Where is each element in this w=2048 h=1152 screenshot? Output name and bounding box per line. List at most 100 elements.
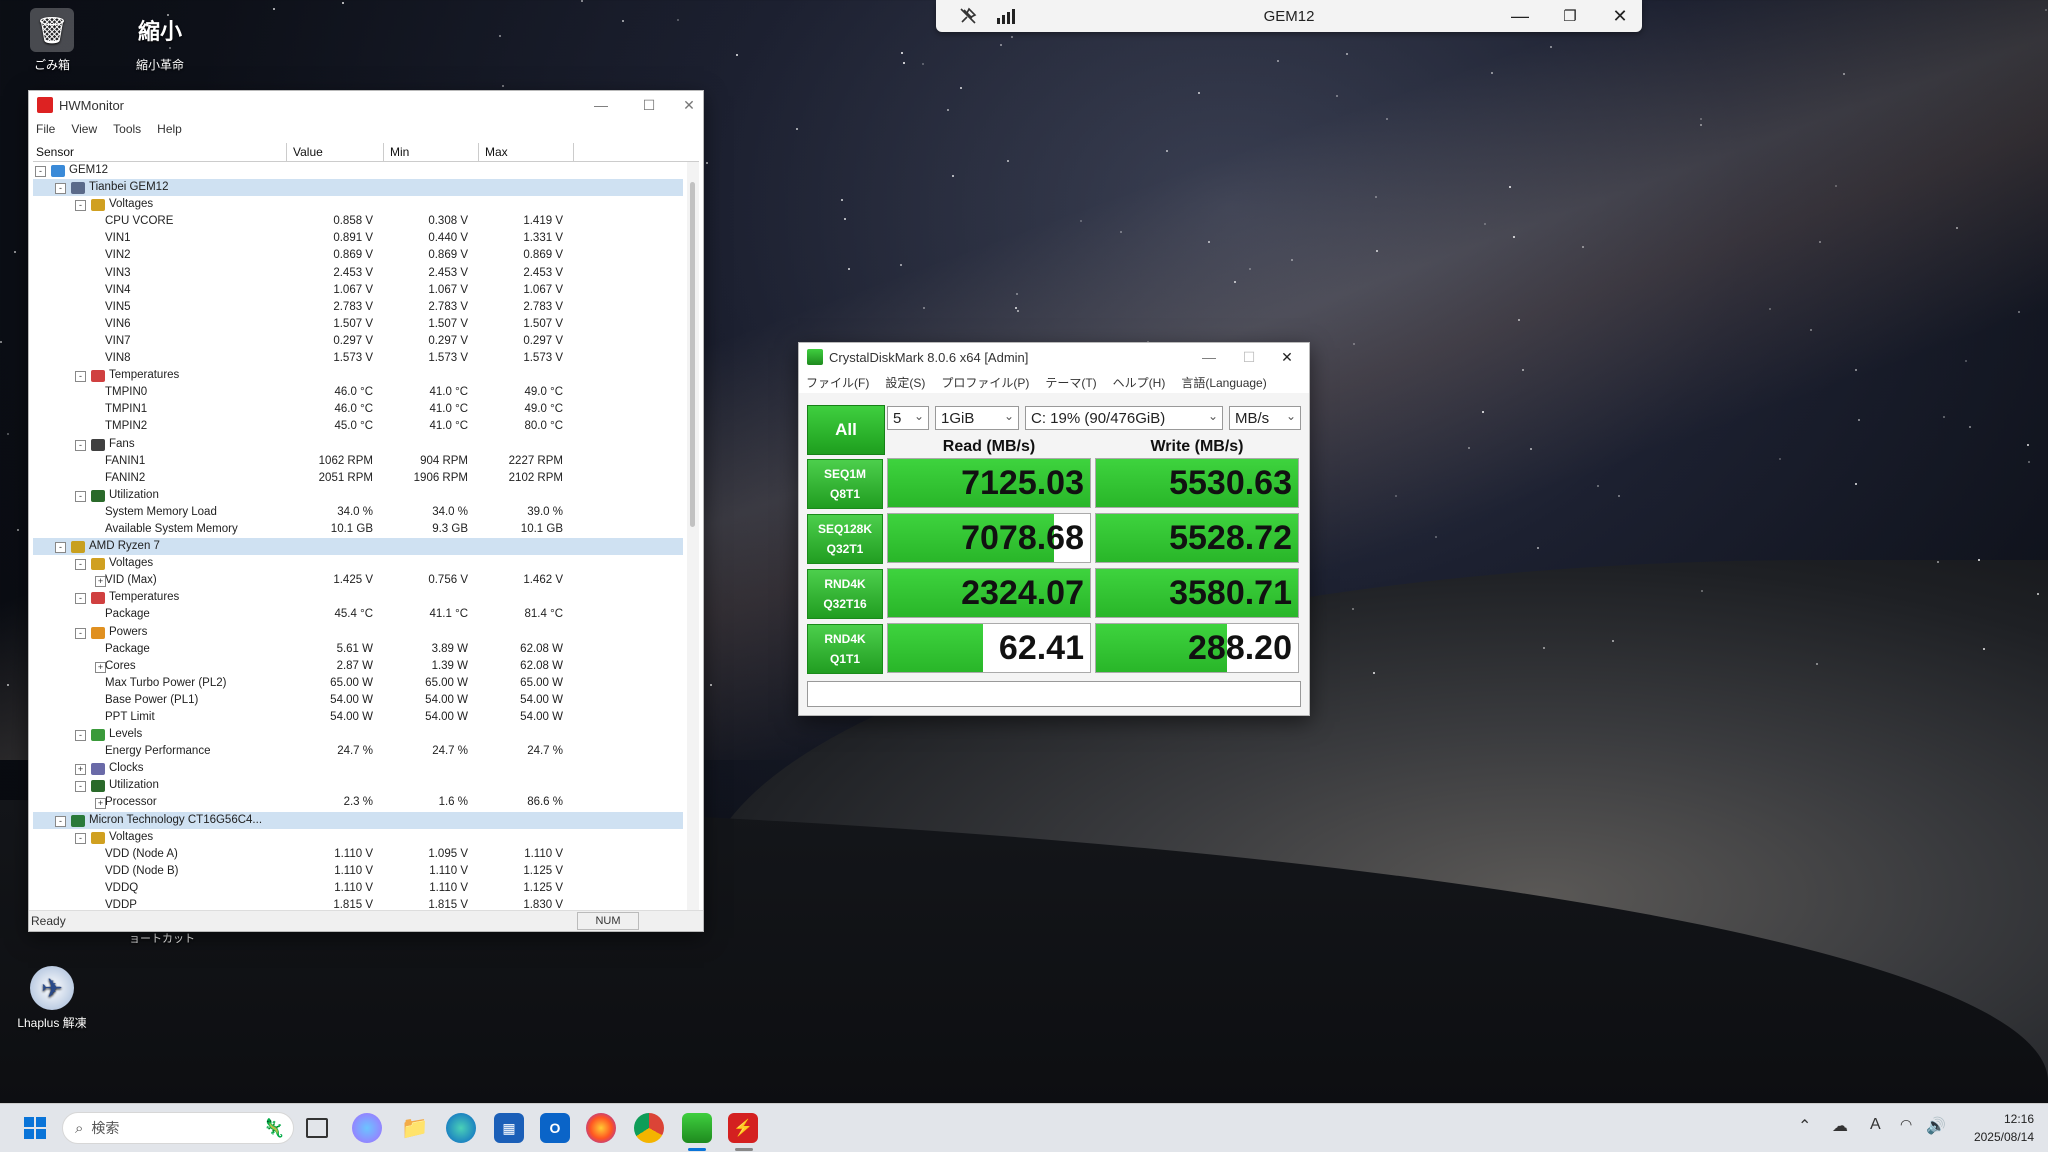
volume-icon[interactable]: 🔊 [1926,1116,1946,1136]
menu-theme[interactable]: テーマ(T) [1038,374,1105,391]
minimize-button[interactable]: — [581,93,621,117]
collapse-icon[interactable]: - [35,166,46,177]
sensor-row[interactable]: TMPIN2 45.0 °C 41.0 °C 80.0 °C [33,418,683,435]
sensor-row[interactable]: - GEM12 [33,162,683,179]
sensor-row[interactable]: - Temperatures [33,589,683,606]
sensor-row[interactable]: Available System Memory 10.1 GB 9.3 GB 10.1… [33,521,683,538]
store-icon[interactable]: ▦ [494,1113,524,1143]
minimize-icon[interactable]: — [1506,4,1534,28]
taskbar-clock[interactable]: 12:16 2025/08/14 [1974,1110,2034,1146]
sensor-tree[interactable]: - GEM12- Tianbei GEM12- Voltages CPU VCORE 0.… [33,162,683,910]
menu-language[interactable]: 言語(Language) [1174,374,1275,391]
hwmonitor-titlebar[interactable]: HWMonitor — ☐ ✕ [29,91,703,119]
expand-icon[interactable]: + [75,764,86,776]
sensor-row[interactable]: VIN4 1.067 V 1.067 V 1.067 V [33,282,683,299]
drive-select[interactable]: C: 19% (90/476GiB) ⌄ [1025,406,1223,430]
column-min[interactable]: Min [384,143,479,161]
menu-view[interactable]: View [64,122,106,136]
test-size-select[interactable]: 1GiB ⌄ [935,406,1019,430]
collapse-icon[interactable]: - [75,781,86,793]
sensor-row[interactable]: + Clocks [33,760,683,777]
menu-profile[interactable]: プロファイル(P) [934,374,1038,391]
edge-icon[interactable] [446,1113,476,1143]
sensor-row[interactable]: VDD (Node B) 1.110 V 1.110 V 1.125 V [33,863,683,880]
sensor-row[interactable]: VIN2 0.869 V 0.869 V 0.869 V [33,247,683,264]
close-icon[interactable]: ✕ [1606,4,1634,28]
sensor-row[interactable]: - Fans [33,436,683,453]
test-count-select[interactable]: 5 ⌄ [887,406,929,430]
sensor-row[interactable]: + Processor 2.3 % 1.6 % 86.6 % [33,794,683,811]
sensor-row[interactable]: Energy Performance 24.7 % 24.7 % 24.7 % [33,743,683,760]
sensor-row[interactable]: VIN5 2.783 V 2.783 V 2.783 V [33,299,683,316]
unit-select[interactable]: MB/s ⌄ [1229,406,1301,430]
crystaldiskmark-taskbar-icon[interactable] [682,1113,712,1143]
pin-off-icon[interactable] [954,4,982,28]
sensor-row[interactable]: + VID (Max) 1.425 V 0.756 V 1.462 V [33,572,683,589]
column-max[interactable]: Max [479,143,574,161]
scrollbar-thumb[interactable] [690,182,695,527]
sensor-row[interactable]: VIN7 0.297 V 0.297 V 0.297 V [33,333,683,350]
sensor-row[interactable]: + Cores 2.87 W 1.39 W 62.08 W [33,658,683,675]
task-view-icon[interactable] [302,1113,332,1143]
menu-help[interactable]: Help [150,122,191,136]
onedrive-icon[interactable]: ☁ [1832,1116,1848,1136]
collapse-icon[interactable]: - [75,832,86,844]
collapse-icon[interactable]: - [75,490,86,502]
sensor-row[interactable]: VIN3 2.453 V 2.453 V 2.453 V [33,265,683,282]
sensor-row[interactable]: TMPIN1 46.0 °C 41.0 °C 49.0 °C [33,401,683,418]
menu-settings[interactable]: 設定(S) [878,374,934,391]
collapse-icon[interactable]: - [75,559,86,571]
sensor-row[interactable]: FANIN1 1062 RPM 904 RPM 2227 RPM [33,453,683,470]
sensor-row[interactable]: CPU VCORE 0.858 V 0.308 V 1.419 V [33,213,683,230]
sensor-row[interactable]: - Powers [33,624,683,641]
sensor-row[interactable]: - Voltages [33,196,683,213]
sensor-row[interactable]: Package 5.61 W 3.89 W 62.08 W [33,641,683,658]
collapse-icon[interactable]: - [55,815,66,827]
sensor-row[interactable]: TMPIN0 46.0 °C 41.0 °C 49.0 °C [33,384,683,401]
column-sensor[interactable]: Sensor [33,143,287,161]
wifi-icon[interactable]: ◠ [1900,1116,1912,1133]
collapse-icon[interactable]: - [55,183,66,195]
close-button[interactable]: ✕ [669,93,709,117]
all-button[interactable]: All [807,405,885,455]
sensor-row[interactable]: - Micron Technology CT16G56C4... [33,811,683,829]
sensor-row[interactable]: System Memory Load 34.0 % 34.0 % 39.0 % [33,504,683,521]
test-button[interactable]: RND4K Q32T16 [807,569,883,619]
sensor-row[interactable]: VIN8 1.573 V 1.573 V 1.573 V [33,350,683,367]
cdm-titlebar[interactable]: CrystalDiskMark 8.0.6 x64 [Admin] — ☐ ✕ [799,343,1309,371]
minimize-button[interactable]: — [1189,345,1229,369]
ime-indicator[interactable]: A [1870,1116,1881,1134]
menu-file[interactable]: ファイル(F) [799,374,878,391]
sensor-row[interactable]: Base Power (PL1) 54.00 W 54.00 W 54.00 W [33,692,683,709]
outlook-icon[interactable]: O [540,1113,570,1143]
sensor-row[interactable]: - Temperatures [33,367,683,384]
restore-icon[interactable]: ❐ [1556,4,1584,28]
sensor-row[interactable]: Max Turbo Power (PL2) 65.00 W 65.00 W 65.00… [33,675,683,692]
sensor-row[interactable]: - Voltages [33,555,683,572]
menu-file[interactable]: File [29,122,64,136]
sensor-row[interactable]: Package 45.4 °C 41.1 °C 81.4 °C [33,606,683,623]
desktop-icon-app[interactable]: 縮小 縮小革命 [120,8,200,73]
sensor-row[interactable]: - Utilization [33,487,683,504]
signal-bars-icon[interactable] [992,4,1020,28]
sensor-row[interactable]: - Levels [33,726,683,743]
menu-help[interactable]: ヘルプ(H) [1106,374,1175,391]
test-button[interactable]: RND4K Q1T1 [807,624,883,674]
test-button[interactable]: SEQ1M Q8T1 [807,459,883,509]
sensor-row[interactable]: VIN1 0.891 V 0.440 V 1.331 V [33,230,683,247]
collapse-icon[interactable]: - [75,627,86,639]
chevron-up-icon[interactable]: ⌃ [1798,1116,1811,1136]
vertical-scrollbar[interactable] [687,162,699,910]
menu-tools[interactable]: Tools [106,122,150,136]
collapse-icon[interactable]: - [75,730,86,742]
chrome-icon[interactable] [634,1113,664,1143]
collapse-icon[interactable]: - [75,371,86,383]
sensor-row[interactable]: - AMD Ryzen 7 [33,538,683,556]
sensor-row[interactable]: VDD (Node A) 1.110 V 1.095 V 1.110 V [33,846,683,863]
sensor-row[interactable]: - Tianbei GEM12 [33,179,683,197]
desktop-icon-recycle-bin[interactable]: 🗑 ごみ箱 [12,8,92,73]
sensor-row[interactable]: - Utilization [33,777,683,794]
start-button[interactable] [20,1113,50,1143]
maximize-button[interactable]: ☐ [1229,345,1269,369]
sensor-row[interactable]: VDDP 1.815 V 1.815 V 1.830 V [33,897,683,910]
